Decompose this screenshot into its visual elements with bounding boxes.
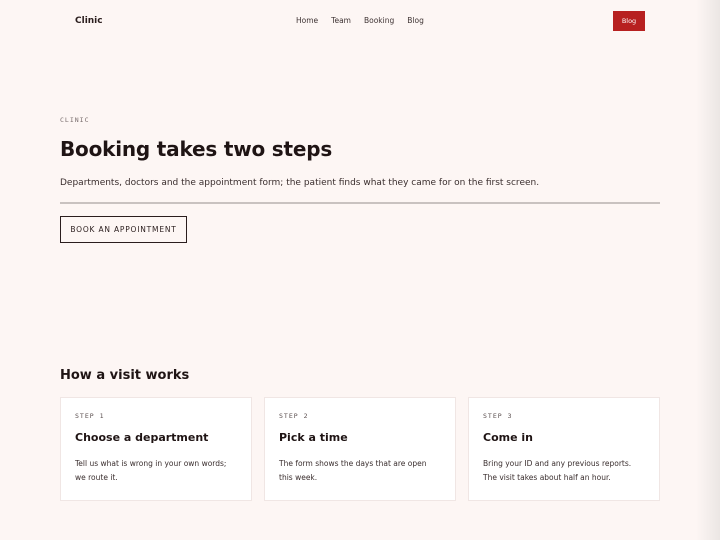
steps-list: STEP 1 Choose a department Tell us what … — [60, 397, 660, 501]
step-card-1: STEP 1 Choose a department Tell us what … — [60, 397, 252, 501]
step-title: Pick a time — [279, 431, 348, 444]
step-label: STEP 1 — [75, 412, 105, 420]
hero-eyebrow: CLINIC — [60, 116, 90, 124]
step-label: STEP 3 — [483, 412, 513, 420]
brand-logo[interactable]: Clinic — [75, 16, 103, 26]
nav-blog[interactable]: Blog — [407, 16, 424, 26]
step-description: Tell us what is wrong in your own words;… — [75, 459, 227, 482]
step-title: Come in — [483, 431, 533, 444]
step-title: Choose a department — [75, 431, 209, 444]
step-label: STEP 2 — [279, 412, 309, 420]
page: Clinic Home Team Booking Blog Blog CLINI… — [0, 0, 720, 540]
header-cta-button[interactable]: Blog — [613, 11, 645, 31]
site-header: Clinic Home Team Booking Blog Blog — [0, 0, 720, 42]
book-appointment-button[interactable]: BOOK AN APPOINTMENT — [60, 216, 187, 243]
page-title: Booking takes two steps — [60, 137, 333, 161]
hero-divider — [60, 202, 660, 204]
hero-subtitle: Departments, doctors and the appointment… — [60, 178, 540, 188]
nav-home[interactable]: Home — [296, 16, 318, 26]
how-it-works-title: How a visit works — [60, 368, 190, 383]
nav-booking[interactable]: Booking — [364, 16, 394, 26]
nav-team[interactable]: Team — [331, 16, 351, 26]
step-card-2: STEP 2 Pick a time The form shows the da… — [264, 397, 456, 501]
main-nav: Home Team Booking Blog — [296, 16, 424, 26]
scroll-edge-shade — [696, 0, 720, 540]
step-description: Bring your ID and any previous reports. … — [483, 459, 632, 482]
step-card-3: STEP 3 Come in Bring your ID and any pre… — [468, 397, 660, 501]
step-description: The form shows the days that are open th… — [279, 459, 427, 482]
